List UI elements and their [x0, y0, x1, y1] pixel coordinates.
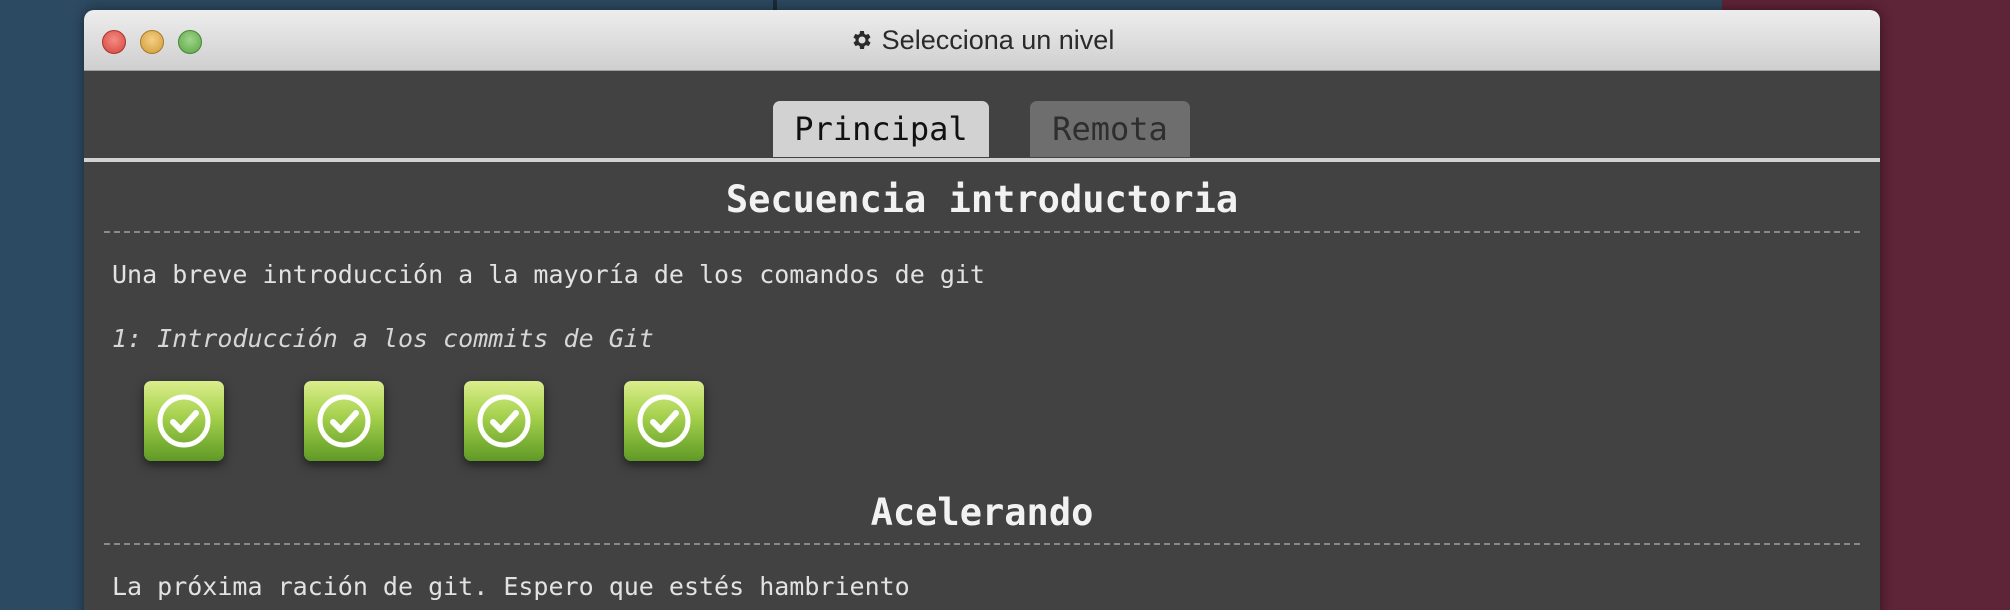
- tabs-underline: [84, 158, 1880, 162]
- window-title: Selecciona un nivel: [84, 10, 1880, 70]
- tab-remota[interactable]: Remota: [1030, 101, 1190, 157]
- window-title-text: Selecciona un nivel: [881, 24, 1115, 55]
- section-divider: [104, 543, 1860, 545]
- level-select-window: Selecciona un nivel Principal Remota Sec…: [84, 10, 1880, 610]
- section-title-intro: Secuencia introductoria: [725, 178, 1239, 221]
- check-icon: [317, 394, 371, 448]
- gear-icon: [853, 31, 871, 49]
- tab-principal[interactable]: Principal: [773, 101, 989, 157]
- tabs-bar: Principal Remota: [84, 71, 1880, 158]
- background-left: [0, 0, 86, 610]
- window-titlebar[interactable]: Selecciona un nivel: [84, 10, 1880, 71]
- section-description-intro: Una breve introducción a la mayoría de l…: [112, 260, 985, 289]
- level-group-name: 1: Introducción a los commits de Git: [112, 324, 654, 353]
- level-button-2[interactable]: [304, 381, 384, 461]
- level-button-1[interactable]: [144, 381, 224, 461]
- level-button-3[interactable]: [464, 381, 544, 461]
- check-icon: [477, 394, 531, 448]
- section-divider: [104, 231, 1860, 233]
- section-title-acelerando: Acelerando: [870, 491, 1094, 534]
- check-icon: [157, 394, 211, 448]
- check-icon: [637, 394, 691, 448]
- section-description-acelerando: La próxima ración de git. Espero que est…: [112, 572, 910, 601]
- level-button-4[interactable]: [624, 381, 704, 461]
